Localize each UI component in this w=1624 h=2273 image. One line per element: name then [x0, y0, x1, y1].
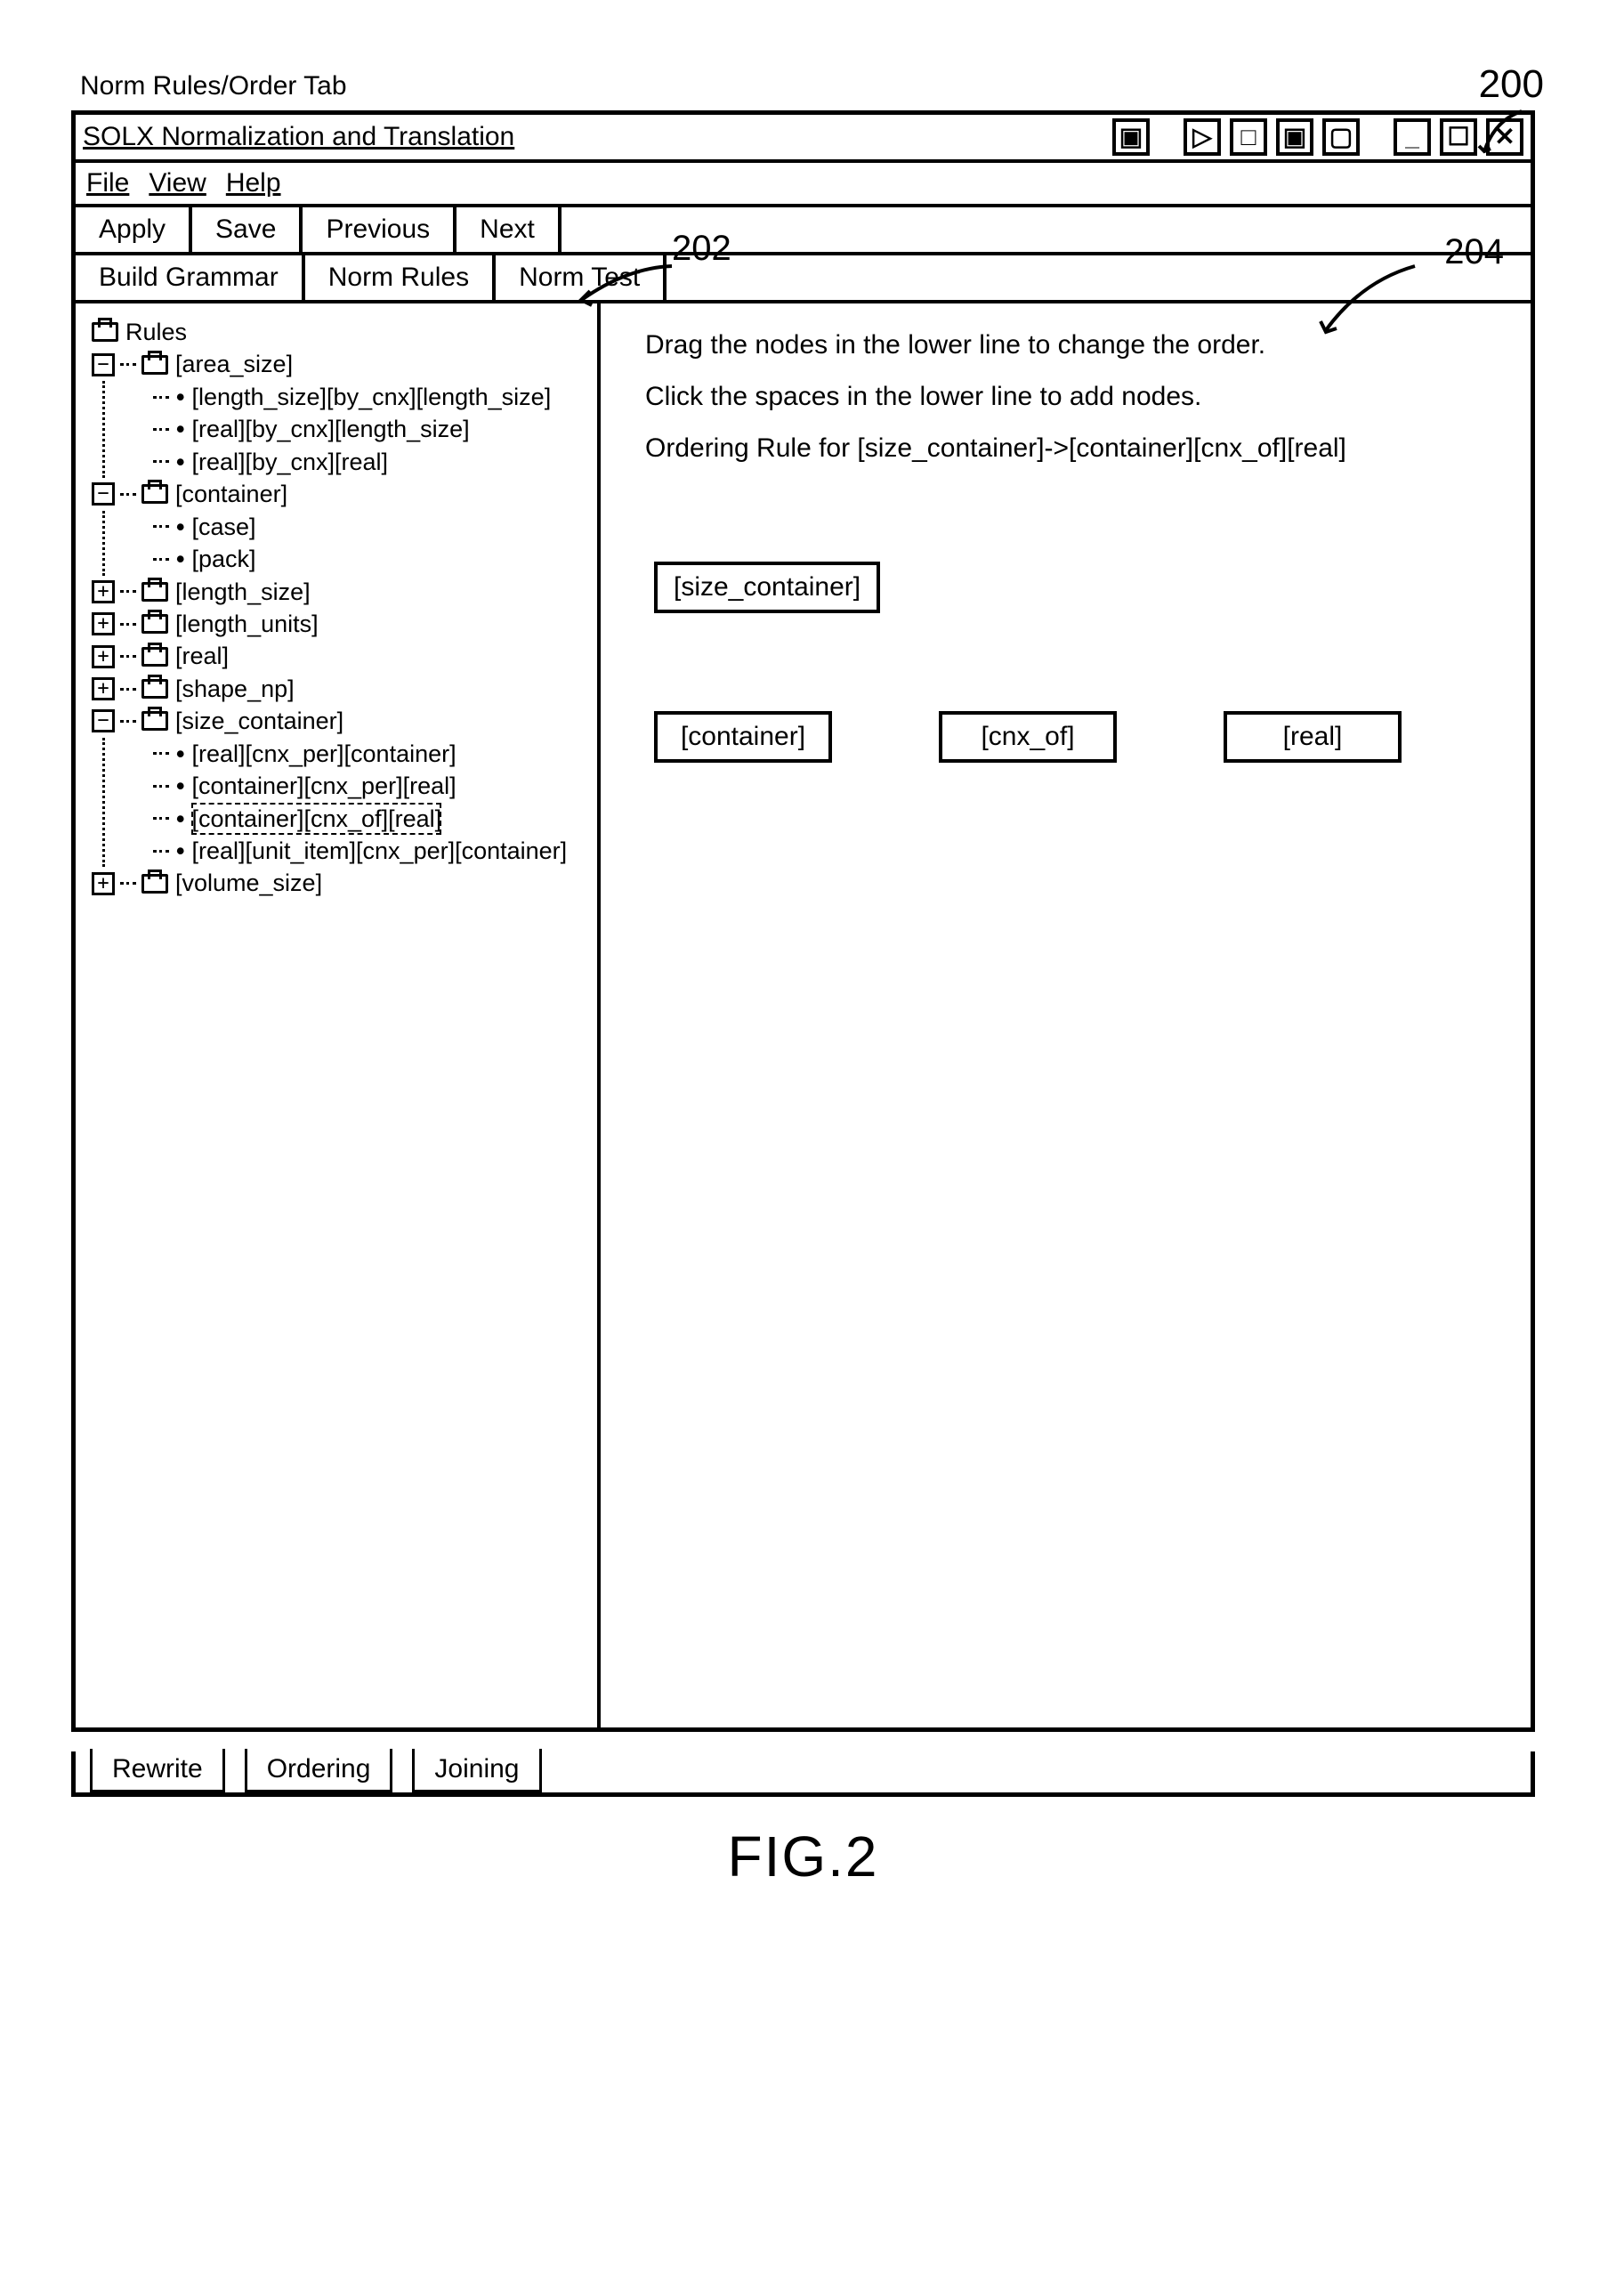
- apply-button[interactable]: Apply: [76, 207, 192, 252]
- tree-item[interactable]: [container][cnx_per][real]: [191, 770, 456, 802]
- toolbar-primary: Apply Save Previous Next: [76, 207, 1531, 255]
- maximize-button[interactable]: ☐: [1440, 118, 1477, 156]
- tree-item[interactable]: [real][by_cnx][real]: [191, 446, 388, 478]
- menu-file[interactable]: File: [86, 168, 129, 198]
- outer-window-label: Norm Rules/Order Tab: [80, 71, 1535, 101]
- tree-item[interactable]: [real][by_cnx][length_size]: [191, 413, 469, 445]
- folder-icon: [92, 322, 118, 342]
- toolbar-secondary: Build Grammar Norm Rules Norm Test: [76, 255, 1531, 303]
- rules-tree[interactable]: Rules −[area_size] •[length_size][by_cnx…: [92, 316, 588, 900]
- save-button[interactable]: Save: [192, 207, 303, 252]
- window-title: SOLX Normalization and Translation: [83, 122, 1112, 152]
- tree-item[interactable]: [case]: [191, 511, 255, 543]
- window-button-c[interactable]: □: [1230, 118, 1267, 156]
- tree-item[interactable]: [container]: [175, 478, 287, 510]
- tree-item[interactable]: [real][cnx_per][container]: [191, 738, 456, 770]
- expander-icon[interactable]: −: [92, 482, 115, 506]
- token-cnx-of[interactable]: [cnx_of]: [939, 711, 1117, 763]
- folder-icon: [141, 355, 168, 375]
- next-button[interactable]: Next: [456, 207, 562, 252]
- tab-joining[interactable]: Joining: [412, 1749, 541, 1792]
- tree-item[interactable]: [real][unit_item][cnx_per][container]: [191, 835, 567, 867]
- ordering-token-row[interactable]: [container] [cnx_of] [real]: [645, 711, 1504, 763]
- menu-view[interactable]: View: [149, 168, 206, 198]
- tree-item[interactable]: [area_size]: [175, 348, 293, 380]
- window-button-d[interactable]: ▣: [1276, 118, 1313, 156]
- folder-icon: [141, 614, 168, 634]
- app-window: SOLX Normalization and Translation ▣ ▷ □…: [71, 110, 1535, 1732]
- tree-item[interactable]: [shape_np]: [175, 673, 295, 705]
- tree-item[interactable]: [length_size]: [175, 576, 311, 608]
- tree-item[interactable]: [pack]: [191, 543, 255, 575]
- toolbar-spacer: [562, 207, 608, 252]
- callout-204-wrapper: [1317, 259, 1424, 345]
- rule-head-token[interactable]: [size_container]: [654, 562, 880, 613]
- tree-root-label: Rules: [125, 316, 187, 348]
- callout-204: 204: [1444, 232, 1504, 272]
- ordering-editor-pane: 202 204 Drag the nodes in the lower line…: [601, 303, 1531, 1727]
- folder-icon: [141, 582, 168, 602]
- titlebar: SOLX Normalization and Translation ▣ ▷ □…: [76, 115, 1531, 163]
- expander-icon[interactable]: +: [92, 580, 115, 603]
- folder-icon: [141, 874, 168, 894]
- window-button-b[interactable]: ▷: [1184, 118, 1221, 156]
- tab-rewrite[interactable]: Rewrite: [90, 1749, 225, 1792]
- callout-200-arrow: [1477, 107, 1531, 160]
- window-button-e[interactable]: ▢: [1322, 118, 1360, 156]
- folder-icon: [141, 679, 168, 699]
- ordering-rule-label: Ordering Rule for [size_container]->[con…: [645, 433, 1504, 464]
- tree-item[interactable]: [length_size][by_cnx][length_size]: [191, 381, 551, 413]
- rules-tree-pane: Rules −[area_size] •[length_size][by_cnx…: [76, 303, 601, 1727]
- expander-icon[interactable]: +: [92, 645, 115, 668]
- tree-item[interactable]: [length_units]: [175, 608, 319, 640]
- window-control-group-left: ▣: [1112, 118, 1150, 156]
- norm-rules-tab[interactable]: Norm Rules: [305, 255, 496, 300]
- window-button-a[interactable]: ▣: [1112, 118, 1150, 156]
- callout-202-wrapper: [574, 259, 681, 319]
- minimize-button[interactable]: _: [1394, 118, 1431, 156]
- previous-button[interactable]: Previous: [303, 207, 456, 252]
- expander-icon[interactable]: +: [92, 872, 115, 895]
- expander-icon[interactable]: +: [92, 677, 115, 700]
- callout-204-arrow: [1317, 259, 1424, 339]
- folder-icon: [141, 484, 168, 504]
- bottom-tab-bar: Rewrite Ordering Joining: [71, 1751, 1535, 1797]
- hint-click: Click the spaces in the lower line to ad…: [645, 382, 1504, 412]
- folder-icon: [141, 711, 168, 731]
- window-control-group-right: ▷ □ ▣ ▢: [1184, 118, 1360, 156]
- content-area: Rules −[area_size] •[length_size][by_cnx…: [76, 303, 1531, 1727]
- callout-202-arrow: [574, 259, 681, 312]
- figure-label: FIG.2: [71, 1824, 1535, 1889]
- callout-202: 202: [672, 229, 731, 269]
- callout-200: 200: [1479, 62, 1544, 107]
- folder-icon: [141, 647, 168, 667]
- menu-help[interactable]: Help: [226, 168, 281, 198]
- tree-item[interactable]: [volume_size]: [175, 867, 322, 899]
- build-grammar-button[interactable]: Build Grammar: [76, 255, 305, 300]
- token-real[interactable]: [real]: [1224, 711, 1402, 763]
- expander-icon[interactable]: +: [92, 612, 115, 635]
- tab-ordering[interactable]: Ordering: [245, 1749, 393, 1792]
- menubar: File View Help: [76, 163, 1531, 207]
- tree-item[interactable]: [real]: [175, 640, 229, 672]
- tree-item[interactable]: [size_container]: [175, 705, 343, 737]
- expander-icon[interactable]: −: [92, 709, 115, 732]
- tree-item-selected[interactable]: [container][cnx_of][real]: [191, 803, 441, 835]
- expander-icon[interactable]: −: [92, 353, 115, 376]
- token-container[interactable]: [container]: [654, 711, 832, 763]
